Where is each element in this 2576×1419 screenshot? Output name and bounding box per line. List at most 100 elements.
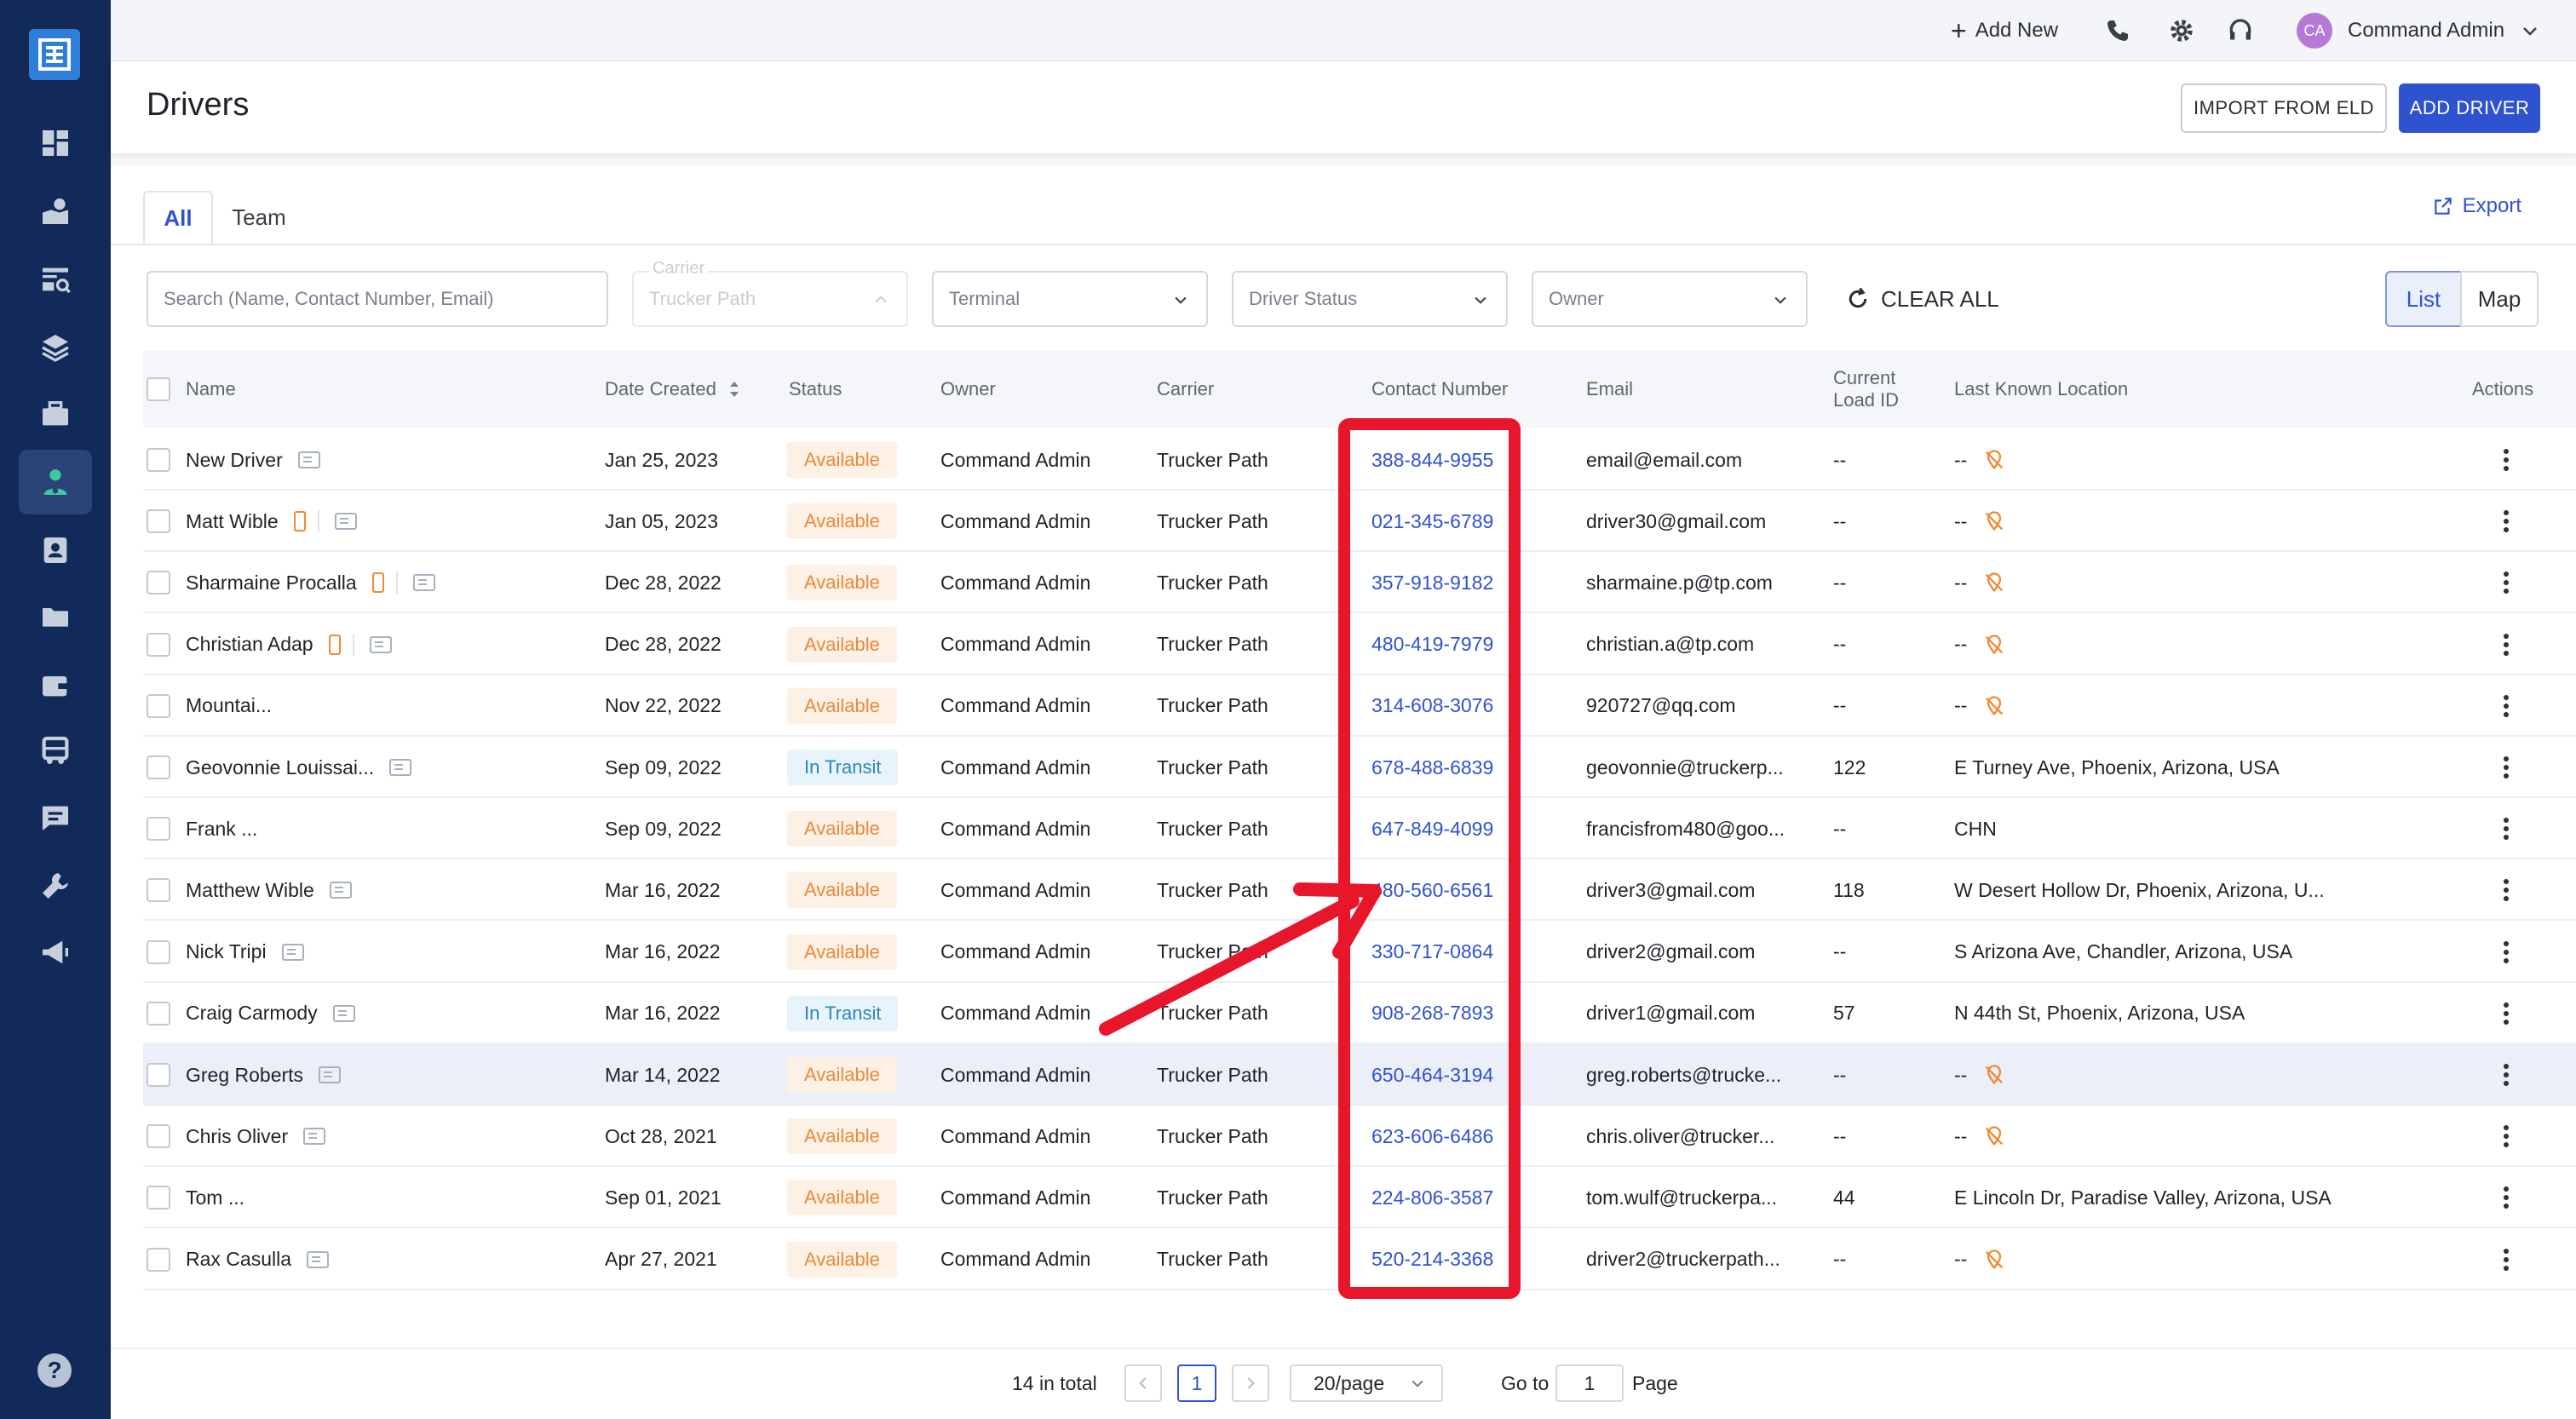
row-checkbox[interactable] [147, 878, 170, 903]
row-checkbox[interactable] [147, 1124, 170, 1149]
page-size-select[interactable]: 20/page [1290, 1364, 1443, 1402]
contact-number-link[interactable]: 623-606-6486 [1371, 1106, 1493, 1167]
driver-name-cell[interactable]: Matthew Wible [186, 859, 352, 921]
search-input[interactable]: Search (Name, Contact Number, Email) [147, 271, 608, 327]
sidebar-item-dashboard[interactable] [19, 111, 92, 175]
row-actions-menu[interactable] [2501, 552, 2511, 613]
driver-name-cell[interactable]: Frank ... [186, 798, 257, 859]
row-actions-menu[interactable] [2501, 1229, 2511, 1290]
driver-name[interactable]: Mountai... [186, 694, 272, 717]
driver-name-cell[interactable]: Greg Roberts [186, 1044, 342, 1106]
driver-name-cell[interactable]: New Driver [186, 429, 320, 491]
row-actions-menu[interactable] [2501, 859, 2511, 921]
driver-name[interactable]: Christian Adap [186, 633, 313, 656]
driver-name[interactable]: New Driver [186, 449, 283, 472]
contact-number-link[interactable]: 388-844-9955 [1371, 429, 1493, 491]
import-from-eld-button[interactable]: IMPORT FROM ELD [2181, 83, 2387, 133]
sidebar-item-contacts[interactable] [19, 518, 92, 583]
table-row[interactable]: Frank ... Sep 09, 2022 Available Command Ad… [143, 798, 2576, 860]
driver-name[interactable]: Tom ... [186, 1186, 244, 1209]
row-checkbox[interactable] [147, 1063, 170, 1087]
driver-name-cell[interactable]: Sharmaine Procalla [186, 552, 435, 613]
row-checkbox[interactable] [147, 1186, 170, 1210]
table-row[interactable]: Matt Wible Jan 05, 2023 Available Command A… [143, 491, 2576, 553]
driver-name[interactable]: Nick Tripi [186, 940, 267, 963]
row-checkbox[interactable] [147, 509, 170, 534]
sidebar-item-megaphone[interactable] [19, 920, 92, 985]
contact-number-link[interactable]: 224-806-3587 [1371, 1167, 1493, 1228]
driver-name[interactable]: Geovonnie Louissai... [186, 756, 374, 779]
driver-status-select[interactable]: Driver Status [1232, 271, 1508, 327]
user-menu[interactable]: CA Command Admin [2297, 0, 2540, 61]
driver-name-cell[interactable]: Geovonnie Louissai... [186, 737, 412, 798]
phone-icon[interactable] [2104, 0, 2131, 61]
row-actions-menu[interactable] [2501, 983, 2511, 1044]
driver-name-cell[interactable]: Christian Adap [186, 614, 392, 675]
support-headset-icon[interactable] [2227, 0, 2254, 61]
next-page-button[interactable] [1232, 1364, 1269, 1402]
table-row[interactable]: Craig Carmody Mar 16, 2022 In Transit Comma… [143, 983, 2576, 1044]
page-1-button[interactable]: 1 [1177, 1364, 1216, 1402]
row-actions-menu[interactable] [2501, 922, 2511, 983]
driver-name[interactable]: Craig Carmody [186, 1002, 318, 1025]
sidebar-item-tools[interactable] [19, 853, 92, 918]
row-actions-menu[interactable] [2501, 737, 2511, 798]
contact-number-link[interactable]: 647-849-4099 [1371, 798, 1493, 859]
select-all-checkbox[interactable] [147, 377, 170, 401]
clear-all-button[interactable]: CLEAR ALL [1845, 271, 1999, 327]
driver-name-cell[interactable]: Chris Oliver [186, 1106, 326, 1167]
row-checkbox[interactable] [147, 632, 170, 657]
tab-team[interactable]: Team [213, 191, 305, 244]
row-checkbox[interactable] [147, 693, 170, 718]
contact-number-link[interactable]: 480-419-7979 [1371, 614, 1493, 675]
contact-number-link[interactable]: 908-268-7893 [1371, 983, 1493, 1044]
sidebar-item-briefcase[interactable] [19, 382, 92, 446]
sidebar-item-folder[interactable] [19, 584, 92, 649]
row-checkbox[interactable] [147, 817, 170, 842]
row-actions-menu[interactable] [2501, 614, 2511, 675]
table-row[interactable]: Mountai... Nov 22, 2022 Available Command A… [143, 675, 2576, 737]
sidebar-item-loadboard[interactable] [19, 247, 92, 312]
export-button[interactable]: Export [2432, 194, 2521, 218]
driver-name[interactable]: Matthew Wible [186, 879, 314, 902]
sidebar-item-wallet[interactable] [19, 652, 92, 717]
row-actions-menu[interactable] [2501, 1106, 2511, 1167]
driver-name-cell[interactable]: Tom ... [186, 1167, 244, 1228]
col-date-created[interactable]: Date Created [605, 351, 742, 428]
table-row[interactable]: Christian Adap Dec 28, 2022 Available Comma… [143, 614, 2576, 675]
driver-name[interactable]: Rax Casulla [186, 1248, 291, 1271]
owner-select[interactable]: Owner [1532, 271, 1808, 327]
table-row[interactable]: Rax Casulla Apr 27, 2021 Available Command … [143, 1229, 2576, 1290]
row-actions-menu[interactable] [2501, 1167, 2511, 1228]
row-actions-menu[interactable] [2501, 429, 2511, 491]
driver-name[interactable]: Chris Oliver [186, 1125, 288, 1148]
contact-number-link[interactable]: 314-608-3076 [1371, 675, 1493, 737]
driver-name-cell[interactable]: Nick Tripi [186, 922, 304, 983]
table-row[interactable]: Nick Tripi Mar 16, 2022 Available Command A… [143, 922, 2576, 983]
table-row[interactable]: Greg Roberts Mar 14, 2022 Available Command… [143, 1044, 2576, 1106]
contact-number-link[interactable]: 480-560-6561 [1371, 859, 1493, 921]
contact-number-link[interactable]: 650-464-3194 [1371, 1044, 1493, 1106]
row-checkbox[interactable] [147, 1001, 170, 1025]
row-actions-menu[interactable] [2501, 798, 2511, 859]
driver-name-cell[interactable]: Craig Carmody [186, 983, 355, 1044]
table-row[interactable]: Chris Oliver Oct 28, 2021 Available Command… [143, 1106, 2576, 1168]
help-icon[interactable]: ? [37, 1353, 72, 1387]
sidebar-item-message[interactable] [19, 785, 92, 850]
row-checkbox[interactable] [147, 571, 170, 595]
contact-number-link[interactable]: 021-345-6789 [1371, 491, 1493, 552]
app-logo-icon[interactable] [29, 29, 80, 80]
driver-name[interactable]: Matt Wible [186, 510, 279, 533]
contact-number-link[interactable]: 330-717-0864 [1371, 922, 1493, 983]
row-actions-menu[interactable] [2501, 491, 2511, 552]
driver-name-cell[interactable]: Rax Casulla [186, 1229, 329, 1290]
sidebar-item-layers[interactable] [19, 315, 92, 380]
table-row[interactable]: Sharmaine Procalla Dec 28, 2022 Available C… [143, 552, 2576, 614]
sidebar-item-truck[interactable] [19, 719, 92, 784]
table-row[interactable]: Tom ... Sep 01, 2021 Available Command Admi… [143, 1167, 2576, 1229]
row-checkbox[interactable] [147, 448, 170, 472]
row-checkbox[interactable] [147, 755, 170, 779]
driver-name[interactable]: Sharmaine Procalla [186, 572, 357, 595]
contact-number-link[interactable]: 678-488-6839 [1371, 737, 1493, 798]
view-map-button[interactable]: Map [2460, 271, 2539, 327]
